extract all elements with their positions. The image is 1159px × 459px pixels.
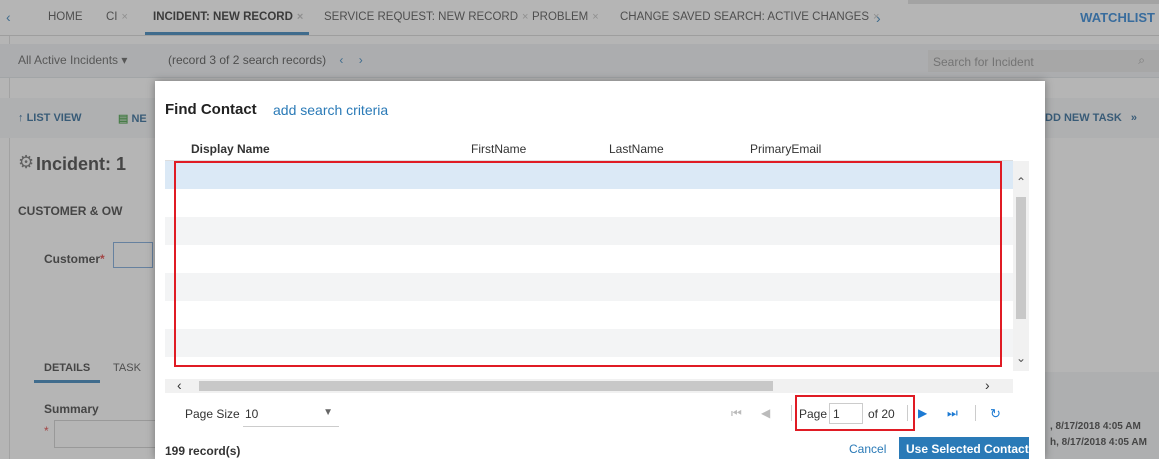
highlight-box — [174, 161, 1002, 367]
chevron-right-icon[interactable]: › — [985, 377, 990, 393]
next-page-icon[interactable]: ▶ — [918, 406, 927, 420]
divider — [791, 405, 792, 421]
record-count: 199 record(s) — [165, 444, 241, 458]
dialog-title: Find Contact — [165, 101, 257, 118]
column-header-lastname[interactable]: LastName — [609, 142, 664, 156]
grid-header: Display Name FirstName LastName PrimaryE… — [165, 133, 1013, 161]
page-size-select[interactable]: 10 ▼ — [243, 401, 339, 427]
column-header-display-name[interactable]: Display Name — [191, 142, 270, 156]
scroll-thumb[interactable] — [1016, 197, 1026, 319]
highlight-box — [795, 395, 915, 431]
use-selected-contact-button[interactable]: Use Selected Contact — [899, 437, 1029, 459]
chevron-left-icon[interactable]: ‹ — [177, 377, 182, 393]
add-search-criteria-link[interactable]: add search criteria — [273, 102, 388, 118]
column-header-firstname[interactable]: FirstName — [471, 142, 526, 156]
column-header-primaryemail[interactable]: PrimaryEmail — [750, 142, 821, 156]
cancel-button[interactable]: Cancel — [849, 442, 886, 456]
vertical-scrollbar[interactable]: ⌃ ⌄ — [1013, 161, 1029, 371]
caret-down-icon: ▼ — [323, 407, 333, 418]
divider — [975, 405, 976, 421]
scroll-thumb[interactable] — [199, 381, 773, 391]
find-contact-dialog: Find Contact add search criteria Display… — [155, 81, 1045, 459]
last-page-icon[interactable]: ⏭ — [947, 406, 958, 421]
refresh-icon[interactable]: ↻ — [990, 406, 1001, 422]
page-size-label: Page Size — [185, 407, 240, 421]
dialog-footer: Page Size 10 ▼ ⏮ ◀ Page 1 of 20 ▶ ⏭ ↻ 199… — [155, 395, 1045, 459]
prev-page-icon[interactable]: ◀ — [761, 406, 770, 420]
first-page-icon[interactable]: ⏮ — [731, 406, 742, 421]
chevron-down-icon[interactable]: ⌄ — [1016, 351, 1026, 365]
horizontal-scrollbar[interactable]: ‹ › — [165, 377, 1013, 393]
page-size-value: 10 — [245, 407, 259, 421]
chevron-up-icon[interactable]: ⌃ — [1016, 175, 1026, 189]
